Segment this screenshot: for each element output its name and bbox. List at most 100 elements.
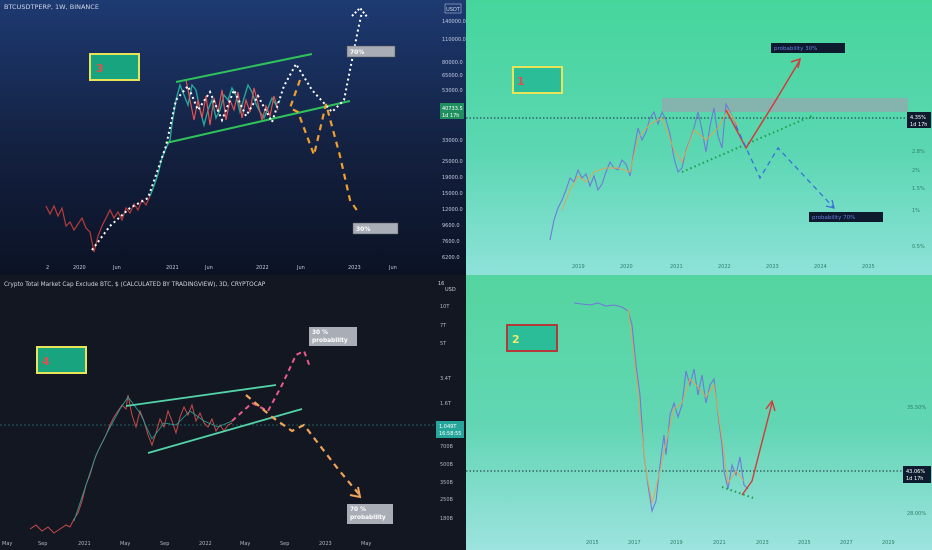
time-tick: May [361, 541, 371, 547]
last-time: 1d 17h [906, 476, 923, 482]
last-time: 16:58:55 [439, 431, 461, 437]
probability-up-text: probability 30% [774, 46, 817, 52]
last-price: 4.35% [910, 115, 926, 121]
time-tick: 2021 [166, 265, 179, 271]
price-tick: 1.5% [912, 186, 925, 192]
chart-grid: BTCUSDTPERP, 1W, BINANCE USDT 140000.0 1… [0, 0, 932, 550]
price-tick: 180B [440, 516, 454, 522]
arrow-head-down [349, 486, 362, 499]
price-axis: 35.50% 28.00% [907, 405, 926, 517]
price-tick: 9600.0 [442, 223, 460, 229]
time-tick: 2027 [840, 540, 853, 546]
corner-label: 16 [438, 281, 444, 287]
total-cap-chart-panel[interactable]: Crypto Total Market Cap Exclude BTC, $ (… [0, 275, 466, 550]
time-tick: Jun [388, 265, 397, 271]
time-tick: 2021 [670, 264, 683, 270]
channel-upper-line [175, 53, 313, 83]
price-tick: 140000.0 [442, 19, 466, 25]
btc-chart-panel[interactable]: BTCUSDTPERP, 1W, BINANCE USDT 140000.0 1… [0, 0, 466, 275]
price-tick: 7600.0 [442, 239, 460, 245]
price-tick: 35.50% [907, 405, 926, 411]
btc-chart-header: BTCUSDTPERP, 1W, BINANCE [4, 3, 99, 11]
time-tick: 2019 [572, 264, 585, 270]
last-time: 1d 17h [442, 113, 459, 119]
projection-orange [288, 79, 359, 213]
time-tick: May [240, 541, 250, 547]
time-axis: 2015 2017 2019 2021 2023 2025 2027 2029 [586, 540, 895, 546]
time-tick: 2022 [199, 541, 212, 547]
btc-dominance-overlay [627, 308, 745, 504]
price-tick: 2% [912, 168, 920, 174]
price-tick: 80000.0 [442, 60, 463, 66]
label-30-line2: probability [312, 338, 348, 344]
btc-dominance-chart-svg: 35.50% 28.00% 43.06% 1d 17h 2015 2017 20… [466, 302, 931, 546]
btc-price-line-early [45, 195, 151, 253]
total-cap-header: Crypto Total Market Cap Exclude BTC, $ (… [4, 282, 266, 288]
total-cap-series-up [73, 396, 233, 522]
total-cap-chart-svg: Crypto Total Market Cap Exclude BTC, $ (… [0, 281, 464, 547]
time-tick: 2023 [756, 540, 769, 546]
projection-down [735, 125, 835, 209]
time-tick: 2021 [713, 540, 726, 546]
price-tick: 0.5% [912, 244, 925, 250]
price-tick: 33000.0 [442, 138, 463, 144]
price-tick: 15000.0 [442, 191, 463, 197]
time-tick: 2020 [620, 264, 633, 270]
price-tick: 7T [440, 323, 447, 329]
time-tick: 2015 [586, 540, 599, 546]
price-tick: 25000.0 [442, 159, 463, 165]
time-axis: May Sep 2021 May Sep 2022 May Sep 2023 M… [2, 541, 371, 547]
price-axis: 10T 7T 5T 3.4T 1.6T 700B 500B 350B 250B … [440, 304, 454, 522]
dominance-series [549, 102, 739, 241]
last-price: 1.049T [439, 424, 457, 430]
time-tick: 2025 [862, 264, 875, 270]
price-tick: 1% [912, 208, 920, 214]
btc-chart-svg: BTCUSDTPERP, 1W, BINANCE USDT 140000.0 1… [4, 3, 466, 271]
price-tick: 500B [440, 462, 454, 468]
label-30-text: 30% [356, 226, 370, 233]
currency-badge-label: USDT [446, 7, 461, 13]
time-tick: Jun [112, 265, 121, 271]
price-tick: 12000.0 [442, 207, 463, 213]
time-tick: 2022 [256, 265, 269, 271]
wedge-lower-line [147, 408, 303, 454]
total-cap-series [29, 394, 233, 534]
number-marker-label: 4 [42, 355, 50, 368]
time-tick: Sep [280, 541, 289, 547]
price-tick: 2.8% [912, 149, 925, 155]
label-70-line2: probability [350, 515, 386, 521]
price-tick: 10T [440, 304, 450, 310]
price-tick: 350B [440, 480, 454, 486]
price-axis: 2.8% 2% 1.5% 1% 0.5% [912, 149, 925, 250]
resistance-zone [662, 98, 908, 112]
number-marker-label: 1 [517, 75, 525, 88]
last-price: 43.06% [906, 469, 925, 475]
time-tick: 2023 [348, 265, 361, 271]
price-tick: 6200.0 [442, 255, 460, 261]
dominance-chart-svg: 2.8% 2% 1.5% 1% 0.5% 4.35% 1d 17h 2019 2… [466, 43, 931, 270]
btc-dominance-series [573, 302, 749, 514]
time-tick: 2 [46, 265, 49, 271]
price-tick: 700B [440, 444, 454, 450]
btc-dominance-chart-panel[interactable]: 35.50% 28.00% 43.06% 1d 17h 2015 2017 20… [466, 275, 932, 550]
number-marker-label: 3 [96, 62, 104, 75]
time-tick: Jun [204, 265, 213, 271]
label-30-line1: 30 % [312, 330, 328, 336]
price-tick: 28.00% [907, 511, 926, 517]
time-tick: 2023 [319, 541, 332, 547]
last-time: 1d 17h [910, 122, 927, 128]
price-tick: 1.6T [440, 401, 452, 407]
dominance-chart-panel[interactable]: 2.8% 2% 1.5% 1% 0.5% 4.35% 1d 17h 2019 2… [466, 0, 932, 275]
time-tick: 2020 [73, 265, 86, 271]
time-tick: 2029 [882, 540, 895, 546]
time-tick: 2022 [718, 264, 731, 270]
time-tick: 2024 [814, 264, 827, 270]
time-axis: 2 2020 Jun 2021 Jun 2022 Jun 2023 Jun [46, 265, 397, 271]
price-tick: 5T [440, 341, 447, 347]
price-tick: 3.4T [440, 376, 452, 382]
projection-white [91, 11, 363, 251]
probability-down-text: probability 70% [812, 215, 855, 221]
time-tick: 2021 [78, 541, 91, 547]
currency-badge-label: USD [445, 287, 456, 293]
time-tick: Jun [296, 265, 305, 271]
